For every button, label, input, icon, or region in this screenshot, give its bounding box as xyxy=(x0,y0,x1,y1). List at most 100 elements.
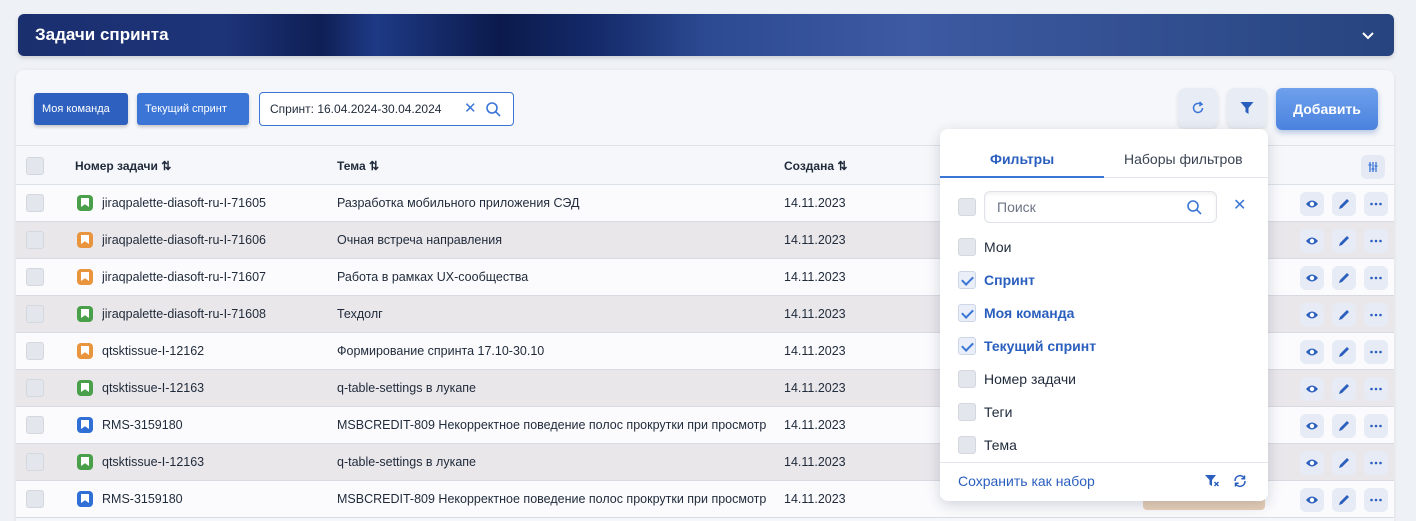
clear-filter-icon[interactable] xyxy=(1204,473,1220,489)
more-button[interactable] xyxy=(1364,340,1388,364)
more-button[interactable] xyxy=(1364,192,1388,216)
chevron-down-icon[interactable] xyxy=(1360,27,1376,43)
task-created: 14.11.2023 xyxy=(784,418,846,432)
more-icon xyxy=(1370,239,1382,243)
task-created: 14.11.2023 xyxy=(784,307,846,321)
edit-button[interactable] xyxy=(1332,340,1356,364)
row-checkbox[interactable] xyxy=(26,231,44,249)
more-button[interactable] xyxy=(1364,488,1388,512)
filter-option-checkbox[interactable] xyxy=(958,304,976,322)
edit-button[interactable] xyxy=(1332,303,1356,327)
task-number[interactable]: RMS-3159180 xyxy=(102,492,332,506)
row-checkbox[interactable] xyxy=(26,305,44,323)
chip-current-sprint[interactable]: Текущий спринт xyxy=(137,93,249,125)
task-subject: MSBCREDIT-809 Некорректное поведение пол… xyxy=(337,492,767,506)
chip-my-team[interactable]: Моя команда xyxy=(34,93,128,125)
column-settings-button[interactable] xyxy=(1361,155,1385,179)
row-checkbox[interactable] xyxy=(26,342,44,360)
more-button[interactable] xyxy=(1364,266,1388,290)
task-number[interactable]: qtsktissue-I-12162 xyxy=(102,344,332,358)
sprint-filter-field[interactable]: Спринт: 16.04.2024-30.04.2024 ✕ xyxy=(259,92,514,126)
task-number[interactable]: qtsktissue-I-12163 xyxy=(102,455,332,469)
clear-icon[interactable]: ✕ xyxy=(464,93,477,125)
sort-icon[interactable]: ⇅ xyxy=(837,159,847,173)
select-all-filters-checkbox[interactable] xyxy=(958,198,976,216)
row-checkbox[interactable] xyxy=(26,490,44,508)
task-number[interactable]: RMS-3159180 xyxy=(102,418,332,432)
view-button[interactable] xyxy=(1300,377,1324,401)
filter-search-placeholder: Поиск xyxy=(997,199,1036,215)
sprint-filter-value: Спринт: 16.04.2024-30.04.2024 xyxy=(270,102,442,116)
filter-search-input[interactable]: Поиск xyxy=(984,191,1217,223)
task-type-icon xyxy=(77,195,93,211)
pencil-icon xyxy=(1339,310,1349,320)
view-button[interactable] xyxy=(1300,303,1324,327)
column-created[interactable]: Создана ⇅ xyxy=(784,159,847,173)
sliders-icon xyxy=(1368,162,1378,172)
filter-option-checkbox[interactable] xyxy=(958,370,976,388)
save-as-set-link[interactable]: Сохранить как набор xyxy=(958,473,1095,489)
pencil-icon xyxy=(1339,421,1349,431)
more-button[interactable] xyxy=(1364,229,1388,253)
task-number[interactable]: jiraqpalette-diasoft-ru-I-71607 xyxy=(102,270,332,284)
filter-option-checkbox[interactable] xyxy=(958,337,976,355)
filter-option-label: Номер задачи xyxy=(984,371,1076,387)
task-number[interactable]: jiraqpalette-diasoft-ru-I-71606 xyxy=(102,233,332,247)
filter-option-checkbox[interactable] xyxy=(958,271,976,289)
filter-option-checkbox[interactable] xyxy=(958,436,976,454)
column-task-number-label: Номер задачи xyxy=(75,159,158,173)
filter-option-checkbox[interactable] xyxy=(958,403,976,421)
edit-button[interactable] xyxy=(1332,414,1356,438)
eye-icon xyxy=(1306,422,1318,430)
more-icon xyxy=(1370,498,1382,502)
filter-button[interactable] xyxy=(1227,88,1267,128)
row-checkbox[interactable] xyxy=(26,379,44,397)
view-button[interactable] xyxy=(1300,192,1324,216)
task-subject: Очная встреча направления xyxy=(337,233,503,247)
filter-option-label: Теги xyxy=(984,404,1013,420)
view-button[interactable] xyxy=(1300,451,1324,475)
more-button[interactable] xyxy=(1364,451,1388,475)
sort-icon[interactable]: ⇅ xyxy=(369,159,379,173)
view-button[interactable] xyxy=(1300,229,1324,253)
edit-button[interactable] xyxy=(1332,377,1356,401)
eye-icon xyxy=(1306,311,1318,319)
view-button[interactable] xyxy=(1300,340,1324,364)
search-icon[interactable] xyxy=(486,102,501,117)
column-subject[interactable]: Тема ⇅ xyxy=(337,159,379,173)
eye-icon xyxy=(1306,496,1318,504)
reset-icon[interactable] xyxy=(1232,473,1248,489)
pencil-icon xyxy=(1339,384,1349,394)
section-header[interactable]: Задачи спринта xyxy=(18,14,1394,56)
filter-option-checkbox[interactable] xyxy=(958,238,976,256)
row-checkbox[interactable] xyxy=(26,268,44,286)
tab-filter-sets[interactable]: Наборы фильтров xyxy=(1124,151,1243,167)
sort-icon[interactable]: ⇅ xyxy=(161,159,171,173)
eye-icon xyxy=(1306,274,1318,282)
close-icon[interactable]: ✕ xyxy=(1233,195,1246,215)
refresh-button[interactable] xyxy=(1178,88,1218,128)
select-all-checkbox[interactable] xyxy=(26,157,44,175)
edit-button[interactable] xyxy=(1332,451,1356,475)
row-checkbox[interactable] xyxy=(26,416,44,434)
edit-button[interactable] xyxy=(1332,229,1356,253)
edit-button[interactable] xyxy=(1332,266,1356,290)
view-button[interactable] xyxy=(1300,266,1324,290)
task-number[interactable]: jiraqpalette-diasoft-ru-I-71605 xyxy=(102,196,332,210)
task-number[interactable]: jiraqpalette-diasoft-ru-I-71608 xyxy=(102,307,332,321)
more-button[interactable] xyxy=(1364,414,1388,438)
edit-button[interactable] xyxy=(1332,192,1356,216)
column-subject-label: Тема xyxy=(337,159,366,173)
view-button[interactable] xyxy=(1300,488,1324,512)
task-subject: MSBCREDIT-809 Некорректное поведение пол… xyxy=(337,418,767,432)
row-checkbox[interactable] xyxy=(26,194,44,212)
view-button[interactable] xyxy=(1300,414,1324,438)
task-number[interactable]: qtsktissue-I-12163 xyxy=(102,381,332,395)
column-task-number[interactable]: Номер задачи ⇅ xyxy=(75,159,171,173)
add-button[interactable]: Добавить xyxy=(1276,88,1378,130)
more-button[interactable] xyxy=(1364,303,1388,327)
edit-button[interactable] xyxy=(1332,488,1356,512)
tab-filters[interactable]: Фильтры xyxy=(990,151,1054,167)
row-checkbox[interactable] xyxy=(26,453,44,471)
more-button[interactable] xyxy=(1364,377,1388,401)
